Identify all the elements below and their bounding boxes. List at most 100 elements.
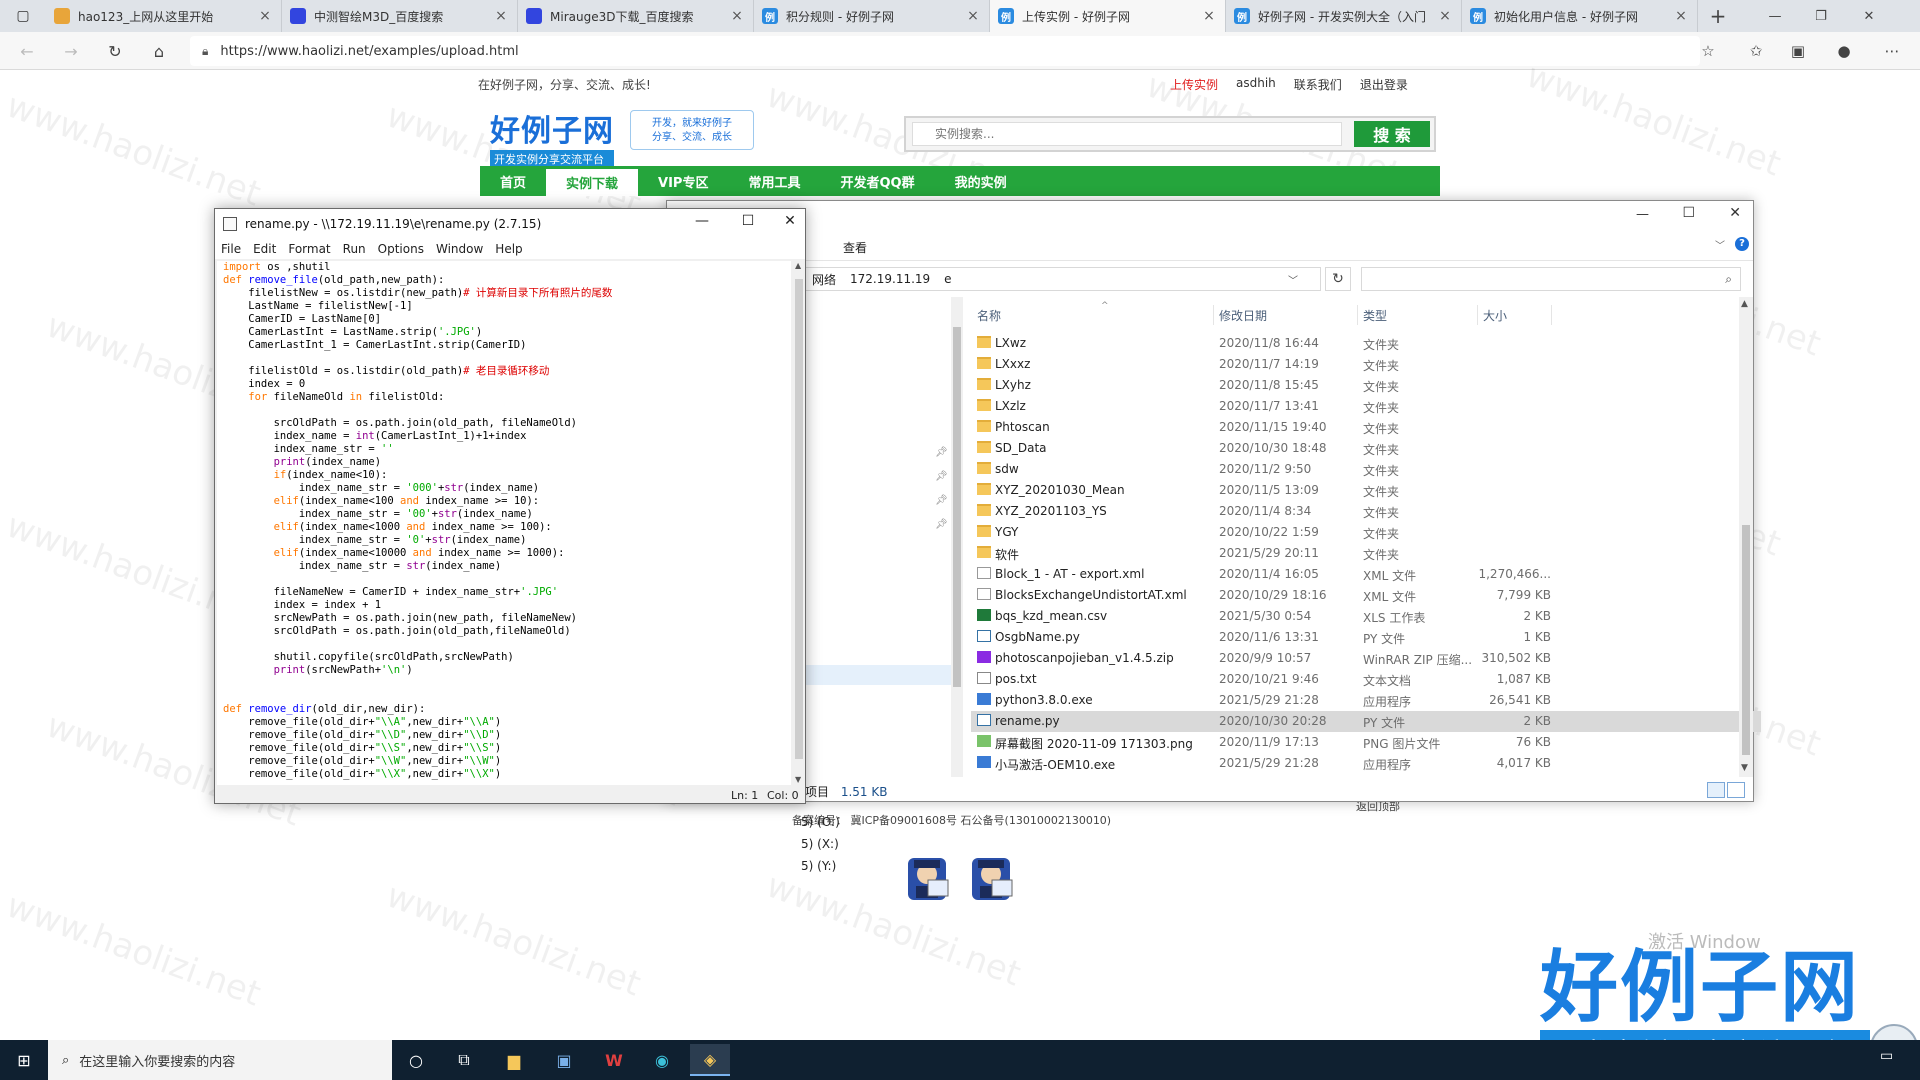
menu-file[interactable]: File xyxy=(215,239,247,259)
pin-icon[interactable]: 📌︎ xyxy=(935,519,948,530)
url-text[interactable]: https://www.haolizi.net/examples/upload.… xyxy=(220,44,518,59)
help-icon[interactable]: ? xyxy=(1735,237,1749,251)
edge-taskbar-icon[interactable]: ◉ xyxy=(642,1044,682,1076)
nav-item[interactable]: 实例下载 xyxy=(546,166,639,196)
police-badge-icon[interactable] xyxy=(900,854,954,904)
code-editor[interactable]: import os ,shutil def remove_file(old_pa… xyxy=(217,261,791,785)
drive-item[interactable]: 5) (X:) xyxy=(801,837,839,851)
browser-tab[interactable]: 例初始化用户信息 - 好例子网 × xyxy=(1462,0,1698,32)
nav-item[interactable]: 我的实例 xyxy=(935,166,1027,196)
close-tab-icon[interactable]: × xyxy=(257,8,273,24)
police-badge-icon[interactable] xyxy=(964,854,1018,904)
nav-item[interactable]: VIP专区 xyxy=(638,166,728,196)
pin-icon[interactable]: 📌︎ xyxy=(935,471,948,482)
code-scrollbar[interactable]: ▲ ▼ xyxy=(793,261,805,787)
file-row[interactable]: Block_1 - AT - export.xml 2020/11/4 16:05… xyxy=(971,564,1761,585)
file-row[interactable]: OsgbName.py 2020/11/6 13:31 PY 文件 1 KB xyxy=(971,627,1761,648)
browser-tab[interactable]: 中测智绘M3D_百度搜索 × xyxy=(282,0,518,32)
cortana-icon[interactable]: ○ xyxy=(396,1044,436,1076)
explorer-minimize-button[interactable]: — xyxy=(1636,207,1649,222)
explorer-address-bar[interactable]: 网络 172.19.11.19 e ﹀ xyxy=(805,267,1321,291)
file-row[interactable]: XYZ_20201103_YS 2020/11/4 8:34 文件夹 xyxy=(971,501,1761,522)
column-name[interactable]: 名称 xyxy=(977,307,1001,324)
nav-item[interactable]: 常用工具 xyxy=(728,166,820,196)
forward-button[interactable]: → xyxy=(58,39,84,63)
windows-start-icon[interactable]: ⊞ xyxy=(0,1040,48,1080)
favorites-icon[interactable]: ✩ xyxy=(1744,40,1768,62)
nav-item[interactable]: 开发者QQ群 xyxy=(820,166,934,196)
file-row[interactable]: sdw 2020/11/2 9:50 文件夹 xyxy=(971,459,1761,480)
close-tab-icon[interactable]: × xyxy=(1673,8,1689,24)
menu-options[interactable]: Options xyxy=(372,239,430,259)
drive-item[interactable]: 5) (O:) xyxy=(801,815,840,829)
idle-maximize-button[interactable]: ☐ xyxy=(733,213,763,235)
home-button[interactable]: ⌂ xyxy=(146,39,172,63)
file-row[interactable]: 小马激活-OEM10.exe 2021/5/29 21:28 应用程序 4,017 K… xyxy=(971,753,1761,774)
idle-close-button[interactable]: ✕ xyxy=(775,213,805,235)
details-view-icon[interactable] xyxy=(1707,782,1725,798)
file-row[interactable]: Phtoscan 2020/11/15 19:40 文件夹 xyxy=(971,417,1761,438)
column-type[interactable]: 类型 xyxy=(1363,307,1387,324)
menu-run[interactable]: Run xyxy=(337,239,372,259)
nav-pane-scrollbar[interactable] xyxy=(951,297,963,777)
file-row[interactable]: SD_Data 2020/10/30 18:48 文件夹 xyxy=(971,438,1761,459)
new-tab-button[interactable]: + xyxy=(1698,0,1738,32)
file-row[interactable]: bqs_kzd_mean.csv 2021/5/30 0:54 XLS 工作表 2 K… xyxy=(971,606,1761,627)
scroll-down-icon[interactable]: ▼ xyxy=(795,775,801,784)
path-segment[interactable]: 网络 xyxy=(812,271,836,288)
refresh-button[interactable]: ↻ xyxy=(102,39,128,63)
browser-tab[interactable]: Mirauge3D下载_百度搜索 × xyxy=(518,0,754,32)
profile-avatar-icon[interactable]: ● xyxy=(1832,40,1856,62)
close-browser-button[interactable]: ✕ xyxy=(1846,0,1892,32)
tab-actions-icon[interactable]: ▢ xyxy=(0,0,46,32)
expand-ribbon-icon[interactable]: ﹀ xyxy=(1715,237,1725,252)
browser-tab[interactable]: hao123_上网从这里开始 × xyxy=(46,0,282,32)
logout-link[interactable]: 退出登录 xyxy=(1360,76,1408,93)
contact-link[interactable]: 联系我们 xyxy=(1294,76,1342,93)
taskbar-search-box[interactable]: ⌕ 在这里输入你要搜索的内容 xyxy=(48,1040,392,1080)
task-view-icon[interactable]: ⧉ xyxy=(444,1044,484,1076)
collections-icon[interactable]: ▣ xyxy=(1786,40,1810,62)
scroll-down-icon[interactable]: ▼ xyxy=(1741,763,1748,773)
search-input[interactable] xyxy=(912,122,1342,146)
file-explorer-taskbar-icon[interactable]: ▆ xyxy=(494,1044,534,1076)
scroll-thumb[interactable] xyxy=(953,327,961,687)
code-text[interactable]: import os ,shutil def remove_file(old_pa… xyxy=(223,261,791,781)
close-tab-icon[interactable]: × xyxy=(1437,8,1453,24)
more-menu-icon[interactable]: ⋯ xyxy=(1880,40,1904,62)
column-date[interactable]: 修改日期 xyxy=(1219,307,1267,324)
menu-window[interactable]: Window xyxy=(430,239,489,259)
file-row[interactable]: XYZ_20201030_Mean 2020/11/5 13:09 文件夹 xyxy=(971,480,1761,501)
browser-tab[interactable]: 例积分规则 - 好例子网 × xyxy=(754,0,990,32)
column-size[interactable]: 大小 xyxy=(1483,307,1507,324)
scroll-thumb[interactable] xyxy=(795,279,803,759)
notification-icon[interactable]: ▭ xyxy=(1880,1048,1893,1064)
pin-icon[interactable]: 📌︎ xyxy=(935,447,948,458)
idle-minimize-button[interactable]: — xyxy=(687,213,717,235)
file-row[interactable]: BlocksExchangeUndistortAT.xml 2020/10/29 … xyxy=(971,585,1761,606)
app-taskbar-icon[interactable]: ▣ xyxy=(544,1044,584,1076)
column-divider[interactable] xyxy=(1477,305,1478,325)
username-link[interactable]: asdhih xyxy=(1236,76,1276,93)
large-icons-view-icon[interactable] xyxy=(1727,782,1745,798)
menu-format[interactable]: Format xyxy=(282,239,336,259)
file-row[interactable]: 软件 2021/5/29 20:11 文件夹 xyxy=(971,543,1761,564)
scroll-up-icon[interactable]: ▲ xyxy=(1741,299,1748,309)
file-row[interactable]: LXyhz 2020/11/8 15:45 文件夹 xyxy=(971,375,1761,396)
file-row[interactable]: LXwz 2020/11/8 16:44 文件夹 xyxy=(971,333,1761,354)
close-tab-icon[interactable]: × xyxy=(493,8,509,24)
file-row-partial[interactable] xyxy=(971,325,1761,333)
explorer-search-input[interactable]: ⌕ xyxy=(1361,267,1741,291)
file-row[interactable]: photoscanpojieban_v1.4.5.zip 2020/9/9 10:… xyxy=(971,648,1761,669)
file-list-scrollbar[interactable]: ▲ ▼ xyxy=(1739,297,1753,777)
restore-browser-button[interactable]: ❐ xyxy=(1798,0,1844,32)
close-tab-icon[interactable]: × xyxy=(1201,8,1217,24)
minimize-browser-button[interactable]: — xyxy=(1752,0,1798,32)
site-logo[interactable]: 好例子网 开发实例分享交流平台 xyxy=(490,106,614,168)
column-divider[interactable] xyxy=(1357,305,1358,325)
file-row[interactable]: LXxxz 2020/11/7 14:19 文件夹 xyxy=(971,354,1761,375)
back-button[interactable]: ← xyxy=(14,39,40,63)
python-idle-taskbar-icon[interactable]: ◈ xyxy=(690,1044,730,1076)
file-row[interactable]: YGY 2020/10/22 1:59 文件夹 xyxy=(971,522,1761,543)
address-bar[interactable]: 🔒︎ https://www.haolizi.net/examples/uplo… xyxy=(190,36,1700,66)
